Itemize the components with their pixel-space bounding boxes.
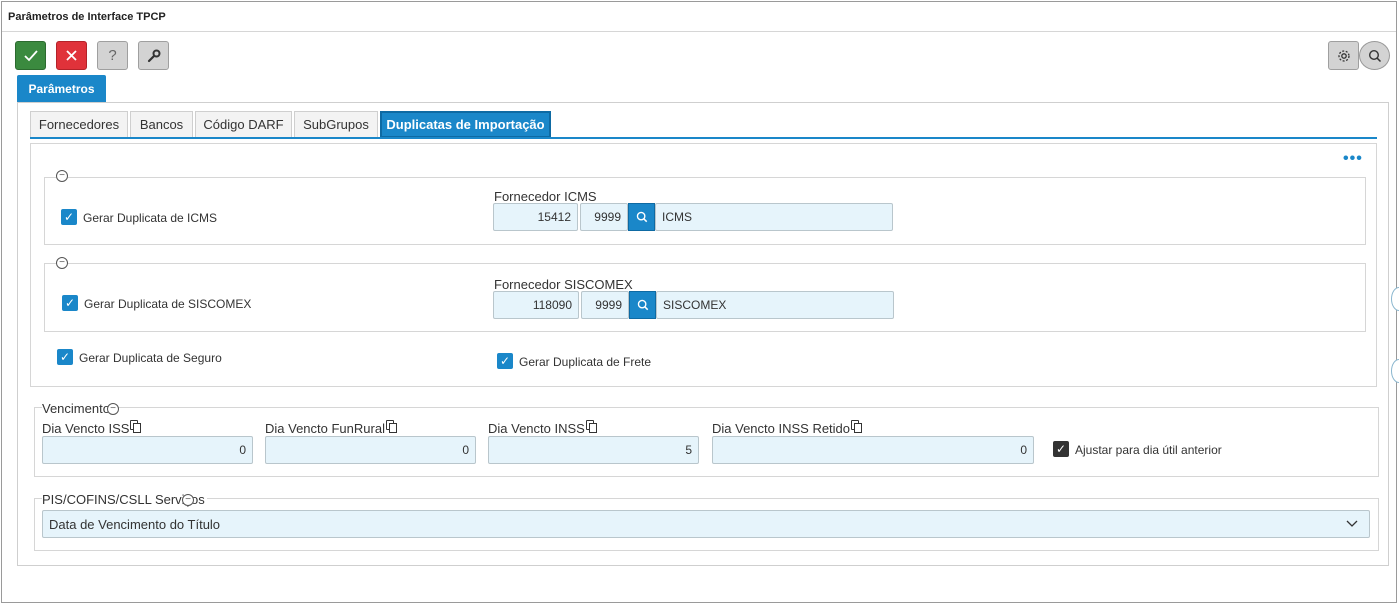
tab-bancos[interactable]: Bancos <box>130 111 193 138</box>
search-icon <box>1368 49 1381 62</box>
siscomex-search-button[interactable] <box>629 291 656 319</box>
chevron-down-icon <box>1346 520 1358 527</box>
check-icon <box>23 49 38 61</box>
copy-icon[interactable] <box>385 420 397 433</box>
tab-fornecedores[interactable]: Fornecedores <box>30 111 128 138</box>
question-icon: ? <box>108 47 117 64</box>
wrench-icon <box>147 49 160 62</box>
global-search-button[interactable] <box>1359 41 1390 70</box>
cancel-button[interactable] <box>56 41 87 70</box>
tab-duplicatas-importacao[interactable]: Duplicatas de Importação <box>380 111 551 138</box>
frete-checkbox[interactable]: ✓ <box>497 353 513 369</box>
inss-retido-input[interactable]: 0 <box>712 436 1034 464</box>
seguro-checkbox-label: Gerar Duplicata de Seguro <box>79 351 222 365</box>
settings-button[interactable] <box>1328 41 1359 70</box>
tab-parametros[interactable]: Parâmetros <box>17 75 106 102</box>
ajustar-label: Ajustar para dia útil anterior <box>1075 443 1222 457</box>
siscomex-checkbox[interactable]: ✓ <box>62 295 78 311</box>
more-options-icon[interactable]: ••• <box>1343 150 1363 168</box>
tab-codigo-darf[interactable]: Código DARF <box>195 111 292 138</box>
icms-supplier-name[interactable]: ICMS <box>655 203 893 231</box>
help-button[interactable]: ? <box>97 41 128 70</box>
icms-search-button[interactable] <box>628 203 655 231</box>
search-icon <box>636 211 647 223</box>
siscomex-supplier-name[interactable]: SISCOMEX <box>656 291 894 319</box>
gear-icon <box>1337 49 1350 62</box>
collapse-pis-icon[interactable]: − <box>182 494 194 506</box>
window-title: Parâmetros de Interface TPCP <box>8 11 166 23</box>
tools-button[interactable] <box>138 41 169 70</box>
copy-icon[interactable] <box>851 420 863 433</box>
inss-label: Dia Vencto INSS <box>488 420 597 436</box>
pis-select[interactable]: Data de Vencimento do Título <box>42 510 1370 538</box>
siscomex-checkbox-label: Gerar Duplicata de SISCOMEX <box>84 297 252 311</box>
iss-label: Dia Vencto ISS <box>42 420 142 436</box>
copy-icon[interactable] <box>585 420 597 433</box>
title-bar: Parâmetros de Interface TPCP <box>2 2 1396 32</box>
icms-checkbox-label: Gerar Duplicata de ICMS <box>83 211 218 225</box>
icms-supplier-branch[interactable]: 9999 <box>580 203 628 231</box>
icms-supplier-code[interactable]: 15412 <box>493 203 578 231</box>
tab-underline <box>30 137 1377 139</box>
siscomex-supplier-code[interactable]: 118090 <box>493 291 579 319</box>
siscomex-supplier-branch[interactable]: 9999 <box>581 291 629 319</box>
search-icon <box>637 299 648 311</box>
frete-checkbox-label: Gerar Duplicata de Frete <box>519 355 652 369</box>
icms-checkbox[interactable]: ✓ <box>61 209 77 225</box>
copy-icon[interactable] <box>130 420 142 433</box>
seguro-checkbox[interactable]: ✓ <box>57 349 73 365</box>
funrural-input[interactable]: 0 <box>265 436 476 464</box>
tab-subgrupos[interactable]: SubGrupos <box>294 111 378 138</box>
collapse-icms-icon[interactable]: − <box>56 170 68 182</box>
icms-supplier-label: Fornecedor ICMS <box>494 189 597 204</box>
close-icon <box>66 50 77 61</box>
vencimento-legend: Vencimento <box>42 401 112 416</box>
collapse-siscomex-icon[interactable]: − <box>56 257 68 269</box>
siscomex-supplier-label: Fornecedor SISCOMEX <box>494 277 633 292</box>
funrural-label: Dia Vencto FunRural <box>265 420 397 436</box>
confirm-button[interactable] <box>15 41 46 70</box>
inss-retido-label: Dia Vencto INSS Retido <box>712 420 863 436</box>
ajustar-checkbox[interactable]: ✓ <box>1053 441 1069 457</box>
inss-input[interactable]: 5 <box>488 436 699 464</box>
collapse-vencimento-icon[interactable]: − <box>107 403 119 415</box>
iss-input[interactable]: 0 <box>42 436 253 464</box>
